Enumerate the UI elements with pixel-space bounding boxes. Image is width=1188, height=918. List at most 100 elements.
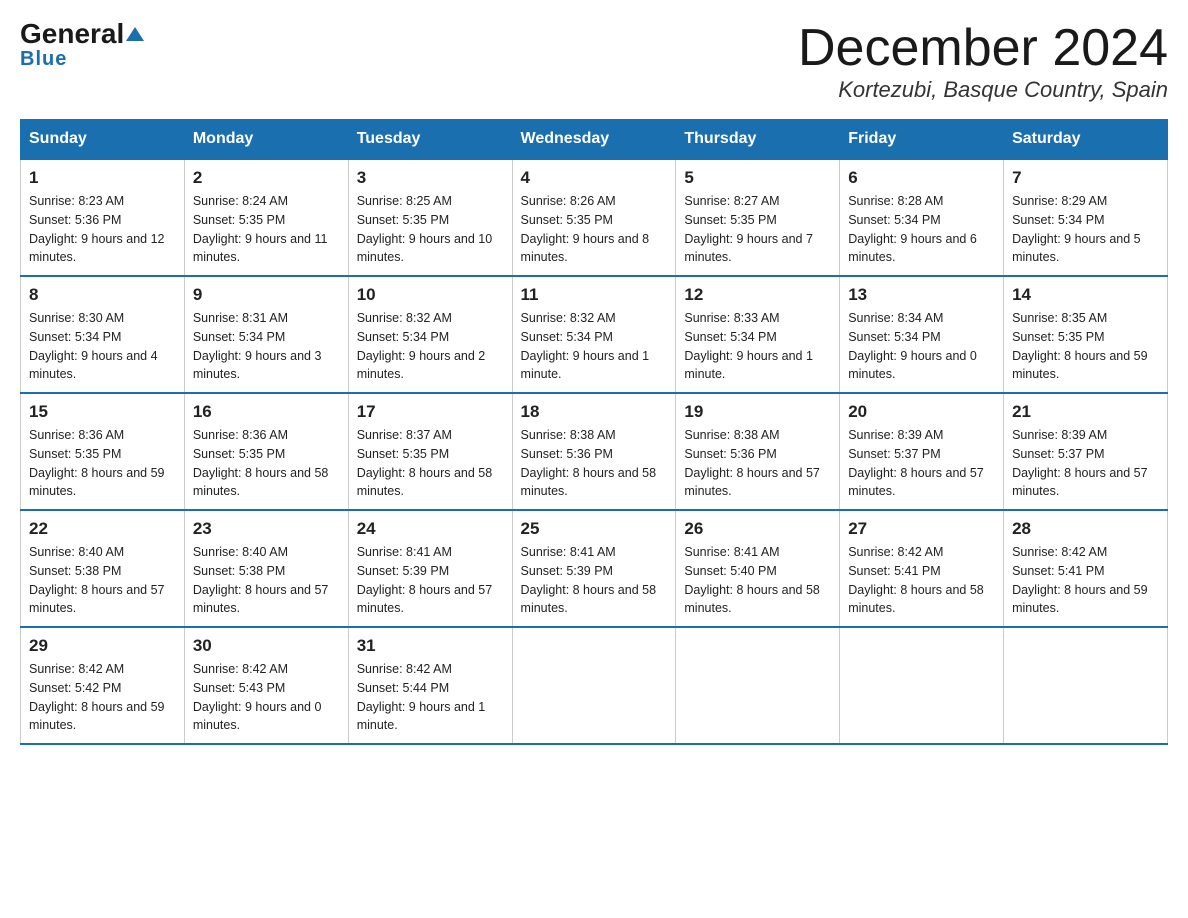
day-number: 15 xyxy=(29,402,176,422)
location-title: Kortezubi, Basque Country, Spain xyxy=(798,77,1168,103)
day-info: Sunrise: 8:25 AMSunset: 5:35 PMDaylight:… xyxy=(357,192,504,267)
table-row: 18Sunrise: 8:38 AMSunset: 5:36 PMDayligh… xyxy=(512,393,676,510)
day-info: Sunrise: 8:35 AMSunset: 5:35 PMDaylight:… xyxy=(1012,309,1159,384)
table-row: 11Sunrise: 8:32 AMSunset: 5:34 PMDayligh… xyxy=(512,276,676,393)
header-wednesday: Wednesday xyxy=(512,120,676,160)
day-number: 16 xyxy=(193,402,340,422)
day-info: Sunrise: 8:23 AMSunset: 5:36 PMDaylight:… xyxy=(29,192,176,267)
table-row: 4Sunrise: 8:26 AMSunset: 5:35 PMDaylight… xyxy=(512,159,676,276)
table-row: 1 Sunrise: 8:23 AMSunset: 5:36 PMDaylight… xyxy=(21,159,185,276)
table-row: 16 Sunrise: 8:36 AMSunset: 5:35 PMDayligh… xyxy=(184,393,348,510)
day-number: 3 xyxy=(357,168,504,188)
day-info: Sunrise: 8:34 AMSunset: 5:34 PMDaylight:… xyxy=(848,309,995,384)
day-number: 9 xyxy=(193,285,340,305)
table-row: 5 Sunrise: 8:27 AMSunset: 5:35 PMDaylight… xyxy=(676,159,840,276)
day-info: Sunrise: 8:41 AMSunset: 5:39 PMDaylight:… xyxy=(521,543,668,618)
table-row xyxy=(1004,627,1168,744)
day-info: Sunrise: 8:31 AMSunset: 5:34 PMDaylight:… xyxy=(193,309,340,384)
table-row: 6 Sunrise: 8:28 AMSunset: 5:34 PMDaylight… xyxy=(840,159,1004,276)
day-info: Sunrise: 8:24 AMSunset: 5:35 PMDaylight:… xyxy=(193,192,340,267)
table-row: 8Sunrise: 8:30 AMSunset: 5:34 PMDaylight… xyxy=(21,276,185,393)
header-friday: Friday xyxy=(840,120,1004,160)
day-number: 1 xyxy=(29,168,176,188)
day-info: Sunrise: 8:27 AMSunset: 5:35 PMDaylight:… xyxy=(684,192,831,267)
table-row: 12 Sunrise: 8:33 AMSunset: 5:34 PMDayligh… xyxy=(676,276,840,393)
day-info: Sunrise: 8:36 AMSunset: 5:35 PMDaylight:… xyxy=(193,426,340,501)
day-number: 18 xyxy=(521,402,668,422)
calendar-week-row: 15 Sunrise: 8:36 AMSunset: 5:35 PMDayligh… xyxy=(21,393,1168,510)
day-info: Sunrise: 8:40 AMSunset: 5:38 PMDaylight:… xyxy=(29,543,176,618)
day-number: 30 xyxy=(193,636,340,656)
calendar-week-row: 1 Sunrise: 8:23 AMSunset: 5:36 PMDaylight… xyxy=(21,159,1168,276)
title-block: December 2024 Kortezubi, Basque Country,… xyxy=(798,20,1168,103)
table-row: 27 Sunrise: 8:42 AMSunset: 5:41 PMDayligh… xyxy=(840,510,1004,627)
day-number: 2 xyxy=(193,168,340,188)
day-info: Sunrise: 8:42 AMSunset: 5:43 PMDaylight:… xyxy=(193,660,340,735)
day-number: 25 xyxy=(521,519,668,539)
header-sunday: Sunday xyxy=(21,120,185,160)
table-row: 19 Sunrise: 8:38 AMSunset: 5:36 PMDayligh… xyxy=(676,393,840,510)
table-row: 17Sunrise: 8:37 AMSunset: 5:35 PMDayligh… xyxy=(348,393,512,510)
day-info: Sunrise: 8:36 AMSunset: 5:35 PMDaylight:… xyxy=(29,426,176,501)
calendar-table: Sunday Monday Tuesday Wednesday Thursday… xyxy=(20,119,1168,745)
day-info: Sunrise: 8:42 AMSunset: 5:42 PMDaylight:… xyxy=(29,660,176,735)
table-row xyxy=(512,627,676,744)
table-row: 20 Sunrise: 8:39 AMSunset: 5:37 PMDayligh… xyxy=(840,393,1004,510)
day-info: Sunrise: 8:42 AMSunset: 5:44 PMDaylight:… xyxy=(357,660,504,735)
day-info: Sunrise: 8:33 AMSunset: 5:34 PMDaylight:… xyxy=(684,309,831,384)
day-info: Sunrise: 8:42 AMSunset: 5:41 PMDaylight:… xyxy=(848,543,995,618)
day-number: 27 xyxy=(848,519,995,539)
day-number: 12 xyxy=(684,285,831,305)
day-info: Sunrise: 8:39 AMSunset: 5:37 PMDaylight:… xyxy=(848,426,995,501)
table-row: 24Sunrise: 8:41 AMSunset: 5:39 PMDayligh… xyxy=(348,510,512,627)
day-info: Sunrise: 8:28 AMSunset: 5:34 PMDaylight:… xyxy=(848,192,995,267)
table-row xyxy=(676,627,840,744)
table-row xyxy=(840,627,1004,744)
day-number: 5 xyxy=(684,168,831,188)
table-row: 30 Sunrise: 8:42 AMSunset: 5:43 PMDayligh… xyxy=(184,627,348,744)
table-row: 13 Sunrise: 8:34 AMSunset: 5:34 PMDayligh… xyxy=(840,276,1004,393)
day-info: Sunrise: 8:41 AMSunset: 5:40 PMDaylight:… xyxy=(684,543,831,618)
calendar-week-row: 29 Sunrise: 8:42 AMSunset: 5:42 PMDayligh… xyxy=(21,627,1168,744)
logo-triangle-icon xyxy=(126,20,144,48)
day-info: Sunrise: 8:32 AMSunset: 5:34 PMDaylight:… xyxy=(357,309,504,384)
day-info: Sunrise: 8:41 AMSunset: 5:39 PMDaylight:… xyxy=(357,543,504,618)
table-row: 26 Sunrise: 8:41 AMSunset: 5:40 PMDayligh… xyxy=(676,510,840,627)
calendar-week-row: 8Sunrise: 8:30 AMSunset: 5:34 PMDaylight… xyxy=(21,276,1168,393)
day-number: 20 xyxy=(848,402,995,422)
table-row: 28 Sunrise: 8:42 AMSunset: 5:41 PMDayligh… xyxy=(1004,510,1168,627)
day-info: Sunrise: 8:40 AMSunset: 5:38 PMDaylight:… xyxy=(193,543,340,618)
day-number: 11 xyxy=(521,285,668,305)
table-row: 7Sunrise: 8:29 AMSunset: 5:34 PMDaylight… xyxy=(1004,159,1168,276)
logo-blue-text: Blue xyxy=(20,48,67,71)
table-row: 22Sunrise: 8:40 AMSunset: 5:38 PMDayligh… xyxy=(21,510,185,627)
header-monday: Monday xyxy=(184,120,348,160)
table-row: 10Sunrise: 8:32 AMSunset: 5:34 PMDayligh… xyxy=(348,276,512,393)
day-number: 6 xyxy=(848,168,995,188)
table-row: 14 Sunrise: 8:35 AMSunset: 5:35 PMDayligh… xyxy=(1004,276,1168,393)
day-number: 19 xyxy=(684,402,831,422)
day-number: 28 xyxy=(1012,519,1159,539)
header-tuesday: Tuesday xyxy=(348,120,512,160)
day-number: 7 xyxy=(1012,168,1159,188)
table-row: 31Sunrise: 8:42 AMSunset: 5:44 PMDayligh… xyxy=(348,627,512,744)
header-thursday: Thursday xyxy=(676,120,840,160)
table-row: 23 Sunrise: 8:40 AMSunset: 5:38 PMDayligh… xyxy=(184,510,348,627)
page-header: General Blue December 2024 Kortezubi, Ba… xyxy=(20,20,1168,103)
table-row: 25 Sunrise: 8:41 AMSunset: 5:39 PMDayligh… xyxy=(512,510,676,627)
day-number: 4 xyxy=(521,168,668,188)
day-number: 29 xyxy=(29,636,176,656)
day-info: Sunrise: 8:37 AMSunset: 5:35 PMDaylight:… xyxy=(357,426,504,501)
table-row: 15 Sunrise: 8:36 AMSunset: 5:35 PMDayligh… xyxy=(21,393,185,510)
day-number: 14 xyxy=(1012,285,1159,305)
day-number: 26 xyxy=(684,519,831,539)
day-info: Sunrise: 8:38 AMSunset: 5:36 PMDaylight:… xyxy=(684,426,831,501)
day-info: Sunrise: 8:39 AMSunset: 5:37 PMDaylight:… xyxy=(1012,426,1159,501)
day-number: 8 xyxy=(29,285,176,305)
month-title: December 2024 xyxy=(798,20,1168,77)
day-info: Sunrise: 8:42 AMSunset: 5:41 PMDaylight:… xyxy=(1012,543,1159,618)
day-number: 23 xyxy=(193,519,340,539)
table-row: 29 Sunrise: 8:42 AMSunset: 5:42 PMDayligh… xyxy=(21,627,185,744)
day-number: 13 xyxy=(848,285,995,305)
table-row: 9 Sunrise: 8:31 AMSunset: 5:34 PMDaylight… xyxy=(184,276,348,393)
